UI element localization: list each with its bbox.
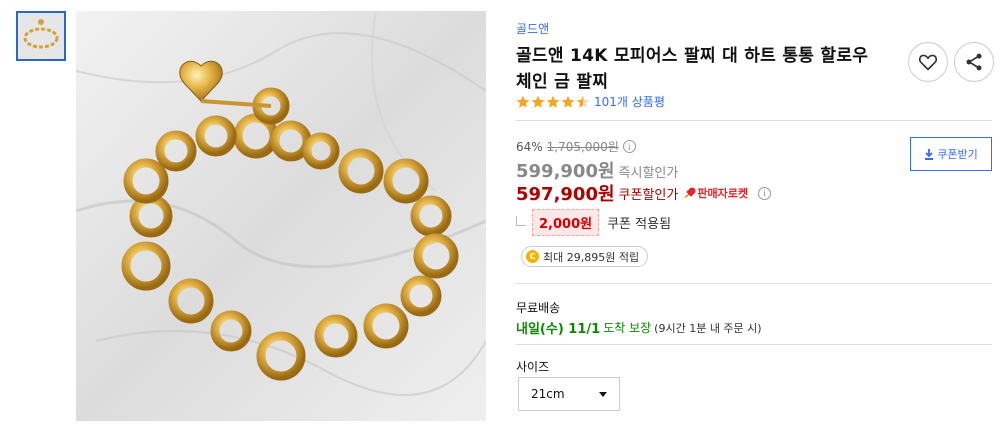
product-title: 골드앤 14K 모피어스 팔찌 대 하트 통통 할로우 체인 금 팔찌 xyxy=(516,46,869,92)
brand-link[interactable]: 골드앤 xyxy=(516,20,549,37)
coupon-applied-row: 2,000원 쿠폰 적용됨 xyxy=(516,209,671,236)
original-price: 1,705,000원 xyxy=(546,140,619,154)
coupon-applied-text: 쿠폰 적용됨 xyxy=(607,217,672,232)
product-thumbnail[interactable] xyxy=(16,11,66,61)
divider xyxy=(516,120,992,121)
seller-rocket-label: 판매자로켓 xyxy=(697,187,748,200)
product-main-image xyxy=(76,11,486,421)
shipping-row: 내일(수) 11/1 도착 보장 (9시간 1분 내 주문 시) xyxy=(516,318,762,337)
star-half-icon xyxy=(576,95,590,108)
size-select-value: 21cm xyxy=(531,387,565,401)
seller-rocket-badge: 판매자로켓 xyxy=(684,185,748,201)
coin-icon: C xyxy=(526,250,539,263)
info-icon[interactable]: i xyxy=(757,186,771,200)
product-info-panel: 골드앤 골드앤 14K 모피어스 팔찌 대 하트 통통 할로우 체인 금 팔찌 … xyxy=(516,0,996,432)
star-icon xyxy=(531,95,545,108)
discount-rate: 64% xyxy=(516,139,543,154)
reward-badge[interactable]: C 최대 29,895원 적립 xyxy=(521,246,649,267)
star-icon xyxy=(561,95,575,108)
coupon-price: 597,900원 xyxy=(516,184,615,205)
thumbnail-image xyxy=(18,13,64,59)
order-deadline: (9시간 1분 내 주문 시) xyxy=(654,321,762,335)
star-icon xyxy=(546,95,560,108)
connector xyxy=(516,215,526,226)
chevron-down-icon xyxy=(599,391,607,397)
wishlist-button[interactable] xyxy=(908,42,948,82)
share-icon xyxy=(966,53,982,71)
heart-icon xyxy=(918,54,938,71)
star-icon xyxy=(516,95,530,108)
coupon-amount: 2,000원 xyxy=(532,209,600,236)
info-icon[interactable]: i xyxy=(622,140,636,153)
share-button[interactable] xyxy=(954,42,994,82)
rating-row[interactable]: 101개 상품평 xyxy=(516,93,665,110)
download-coupon-label: 쿠폰받기 xyxy=(937,148,978,161)
size-select[interactable]: 21cm xyxy=(518,377,620,411)
divider xyxy=(516,283,992,284)
coupon-price-row: 597,900원 쿠폰할인가 판매자로켓 i xyxy=(516,180,771,206)
coupon-price-label: 쿠폰할인가 xyxy=(618,187,679,203)
arrival-guarantee: 도착 보장 xyxy=(603,321,652,335)
divider xyxy=(516,344,992,345)
rating-stars xyxy=(516,95,590,109)
shipping-label: 무료배송 xyxy=(516,301,561,315)
reward-text: 최대 29,895원 적립 xyxy=(543,250,640,264)
download-icon xyxy=(925,148,934,160)
size-option-label: 사이즈 xyxy=(516,360,550,374)
original-price-row: 64% 1,705,000원 i xyxy=(516,138,636,155)
review-count-link[interactable]: 101개 상품평 xyxy=(594,93,665,110)
instant-price-label: 즉시할인가 xyxy=(618,166,679,181)
download-coupon-button[interactable]: 쿠폰받기 xyxy=(910,137,992,171)
rocket-icon xyxy=(684,187,696,199)
arrival-date: 내일(수) 11/1 xyxy=(516,322,601,337)
